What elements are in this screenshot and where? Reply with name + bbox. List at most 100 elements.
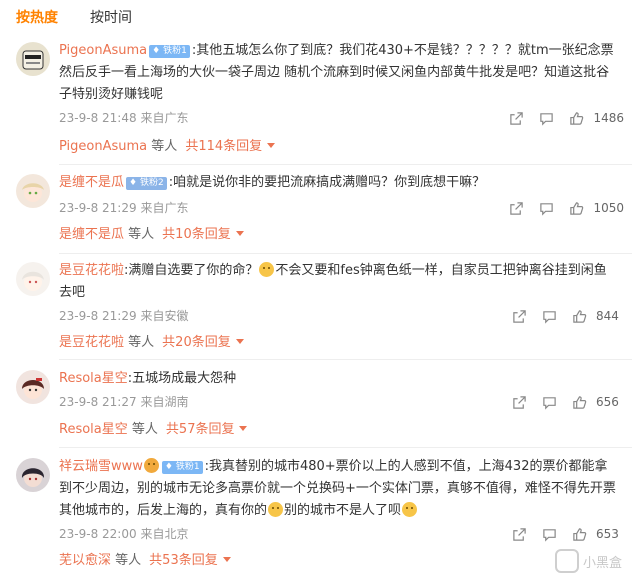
comment-item: 祥云瑞雪www ♦ 铁粉1:我真替别的城市480+票价以上的人感到不值，上海432… bbox=[0, 456, 632, 576]
comment-date: 23-9-8 21:29 bbox=[59, 309, 137, 323]
comment-meta: 23-9-8 21:27 来自湖南 bbox=[59, 394, 188, 410]
share-icon[interactable] bbox=[501, 109, 531, 127]
reply-summary[interactable]: Resola星空 等人 共57条回复 bbox=[59, 421, 248, 439]
comment-text: PigeonAsuma ♦ 铁粉1:其他五城怎么你了到底？我们花430+不是钱？？… bbox=[59, 40, 619, 106]
chevron-down-icon bbox=[235, 231, 244, 236]
reply-summary[interactable]: 是豆花花啦 等人 共20条回复 bbox=[59, 334, 244, 352]
reply-count-link[interactable]: 共114条回复 bbox=[185, 139, 262, 154]
comment-username[interactable]: Resola星空 bbox=[59, 371, 128, 386]
sort-tabs: 按热度 按时间 bbox=[16, 8, 132, 30]
reply-count-link[interactable]: 共57条回复 bbox=[166, 422, 235, 437]
divider bbox=[59, 253, 632, 254]
reply-username[interactable]: 是豆花花啦 bbox=[59, 335, 124, 350]
reply-summary[interactable]: 是缠不是瓜 等人 共10条回复 bbox=[59, 226, 244, 244]
comment-icon[interactable] bbox=[531, 199, 561, 217]
tab-time[interactable]: 按时间 bbox=[90, 8, 132, 30]
divider bbox=[59, 359, 632, 360]
reply-count-link[interactable]: 共10条回复 bbox=[162, 227, 231, 242]
comment-text: 祥云瑞雪www ♦ 铁粉1:我真替别的城市480+票价以上的人感到不值，上海432… bbox=[59, 456, 619, 522]
comment-location: 来自北京 bbox=[140, 527, 189, 541]
share-icon[interactable] bbox=[504, 525, 534, 543]
comment-actions: 844 bbox=[504, 307, 624, 325]
comment-icon[interactable] bbox=[534, 525, 564, 543]
reply-suffix: 等人 bbox=[151, 139, 178, 154]
comment-item: PigeonAsuma ♦ 铁粉1:其他五城怎么你了到底？我们花430+不是钱？？… bbox=[0, 40, 632, 165]
comment-item: 是豆花花啦:满赠自选要了你的命？ 不会又要和fes钟离色纸一样，自家员工把钟离谷挂… bbox=[0, 260, 632, 360]
comment-actions: 1050 bbox=[501, 199, 624, 217]
divider bbox=[59, 164, 632, 165]
thinking-emoji-icon bbox=[259, 262, 275, 277]
comment-username[interactable]: 是缠不是瓜 bbox=[59, 175, 124, 190]
comment-actions: 653 bbox=[504, 525, 624, 543]
comment-icon[interactable] bbox=[534, 307, 564, 325]
share-icon[interactable] bbox=[504, 393, 534, 411]
comment-content-cont: 别的城市不是人了呗 bbox=[284, 503, 402, 518]
reply-username[interactable]: 是缠不是瓜 bbox=[59, 227, 124, 242]
comment-meta: 23-9-8 21:29 来自广东 bbox=[59, 200, 188, 216]
comment-location: 来自安徽 bbox=[140, 309, 189, 323]
avatar[interactable] bbox=[16, 174, 50, 208]
comment-meta: 23-9-8 22:00 来自北京 bbox=[59, 526, 188, 542]
fan-badge: ♦ 铁粉1 bbox=[149, 45, 190, 58]
comment-date: 23-9-8 21:27 bbox=[59, 395, 137, 409]
emoji-icon bbox=[143, 458, 159, 473]
chevron-down-icon bbox=[222, 557, 231, 562]
comment-icon[interactable] bbox=[531, 109, 561, 127]
watermark: 小黑盒 bbox=[554, 549, 622, 573]
share-icon[interactable] bbox=[504, 307, 534, 325]
reply-suffix: 等人 bbox=[131, 422, 158, 437]
comment-icon[interactable] bbox=[534, 393, 564, 411]
comment-content: :满赠自选要了你的命？ bbox=[124, 263, 259, 278]
like-icon[interactable] bbox=[564, 393, 594, 411]
comment-text: Resola星空:五城场成最大怨种 bbox=[59, 368, 619, 390]
comment-date: 23-9-8 22:00 bbox=[59, 527, 137, 541]
fan-badge: ♦ 铁粉1 bbox=[161, 461, 203, 474]
reply-username[interactable]: PigeonAsuma bbox=[59, 139, 147, 154]
reply-username[interactable]: 芜以愈深 bbox=[59, 553, 111, 568]
avatar[interactable] bbox=[16, 42, 50, 76]
comment-meta: 23-9-8 21:29 来自安徽 bbox=[59, 308, 188, 324]
avatar[interactable] bbox=[16, 370, 50, 404]
reply-suffix: 等人 bbox=[128, 227, 155, 242]
reply-username[interactable]: Resola星空 bbox=[59, 422, 128, 437]
comment-text: 是缠不是瓜 ♦ 铁粉2:咱就是说你非的要把流麻搞成满赠吗？你到底想干嘛？ bbox=[59, 172, 619, 194]
laugh-emoji-icon bbox=[268, 502, 284, 517]
comment-location: 来自广东 bbox=[140, 201, 189, 215]
reply-summary[interactable]: PigeonAsuma 等人 共114条回复 bbox=[59, 138, 276, 156]
share-icon[interactable] bbox=[501, 199, 531, 217]
avatar[interactable] bbox=[16, 458, 50, 492]
like-icon[interactable] bbox=[564, 307, 594, 325]
like-icon[interactable] bbox=[561, 109, 591, 127]
reply-count-link[interactable]: 共53条回复 bbox=[149, 553, 218, 568]
reply-suffix: 等人 bbox=[128, 335, 155, 350]
tab-hot[interactable]: 按热度 bbox=[16, 8, 58, 30]
comment-item: Resola星空:五城场成最大怨种 23-9-8 21:27 来自湖南 656 … bbox=[0, 368, 632, 448]
like-icon[interactable] bbox=[564, 525, 594, 543]
chevron-down-icon bbox=[239, 426, 248, 431]
comment-content: :咱就是说你非的要把流麻搞成满赠吗？你到底想干嘛？ bbox=[168, 175, 486, 190]
like-count: 656 bbox=[596, 395, 619, 409]
comment-username[interactable]: PigeonAsuma bbox=[59, 43, 147, 58]
comment-username[interactable]: 是豆花花啦 bbox=[59, 263, 124, 278]
avatar[interactable] bbox=[16, 262, 50, 296]
chevron-down-icon bbox=[235, 339, 244, 344]
comment-item: 是缠不是瓜 ♦ 铁粉2:咱就是说你非的要把流麻搞成满赠吗？你到底想干嘛？ 23-9… bbox=[0, 172, 632, 254]
comment-actions: 656 bbox=[504, 393, 624, 411]
like-icon[interactable] bbox=[561, 199, 591, 217]
comment-actions: 1486 bbox=[501, 109, 624, 127]
watermark-text: 小黑盒 bbox=[582, 555, 622, 571]
like-count: 653 bbox=[596, 527, 619, 541]
comment-content: :五城场成最大怨种 bbox=[127, 371, 237, 386]
like-count: 1050 bbox=[593, 201, 624, 215]
like-count: 844 bbox=[596, 309, 619, 323]
reply-suffix: 等人 bbox=[115, 553, 142, 568]
comment-username[interactable]: 祥云瑞雪www bbox=[59, 459, 143, 474]
divider bbox=[59, 447, 632, 448]
comment-location: 来自湖南 bbox=[140, 395, 189, 409]
comment-text: 是豆花花啦:满赠自选要了你的命？ 不会又要和fes钟离色纸一样，自家员工把钟离谷挂… bbox=[59, 260, 619, 304]
laugh-emoji-icon bbox=[402, 502, 418, 517]
comment-date: 23-9-8 21:29 bbox=[59, 201, 137, 215]
reply-summary[interactable]: 芜以愈深 等人 共53条回复 bbox=[59, 552, 231, 570]
reply-count-link[interactable]: 共20条回复 bbox=[162, 335, 231, 350]
comment-location: 来自广东 bbox=[140, 111, 189, 125]
